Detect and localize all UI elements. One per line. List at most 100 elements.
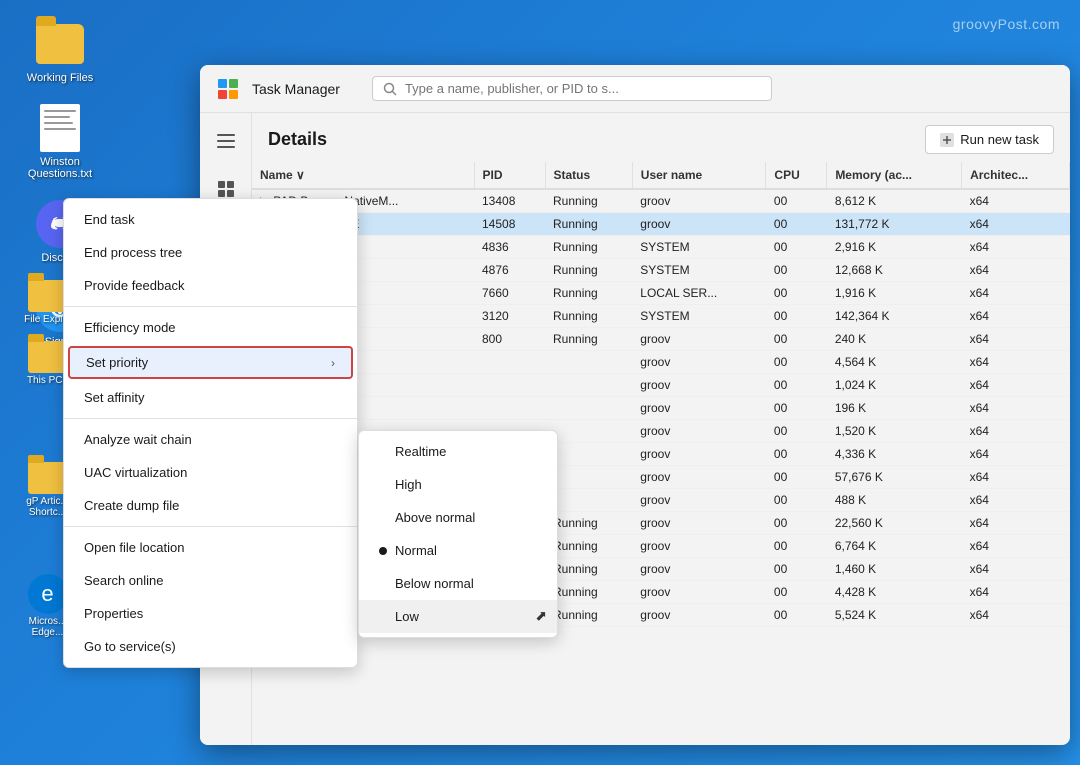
context-menu-item-efficiency-mode[interactable]: Efficiency mode (64, 311, 357, 344)
cell-pid: 4876 (474, 259, 545, 282)
context-menu-item-uac-virtualization[interactable]: UAC virtualization (64, 456, 357, 489)
col-name[interactable]: Name ∨ (252, 162, 474, 189)
context-menu-label-analyze-wait-chain: Analyze wait chain (84, 432, 192, 447)
cell-memory: 22,560 K (827, 512, 962, 535)
cell-status: Running (545, 328, 632, 351)
task-manager-search-box[interactable] (372, 76, 772, 101)
cell-status (545, 374, 632, 397)
sidebar-hamburger[interactable] (206, 121, 246, 161)
context-menu-item-properties[interactable]: Properties (64, 597, 357, 630)
cell-pid: 13408 (474, 189, 545, 213)
table-row[interactable]: Eng.exe 3120 Running SYSTEM 00 142,364 K… (252, 305, 1070, 328)
cell-user: groov (632, 581, 766, 604)
submenu-item-above-normal[interactable]: Above normal (359, 501, 557, 534)
task-manager-search-input[interactable] (405, 81, 761, 96)
cell-user: SYSTEM (632, 259, 766, 282)
page-title: Details (268, 129, 327, 150)
submenu-label-normal: Normal (395, 543, 437, 558)
col-cpu[interactable]: CPU (766, 162, 827, 189)
task-manager-app-icon (216, 77, 240, 101)
mouse-cursor-icon: ⬆ (531, 606, 551, 626)
cell-cpu: 00 (766, 374, 827, 397)
context-menu-item-open-file-location[interactable]: Open file location (64, 531, 357, 564)
run-new-task-button[interactable]: Run new task (925, 125, 1054, 154)
run-new-task-label: Run new task (960, 132, 1039, 147)
cell-status: Running (545, 213, 632, 236)
cell-memory: 131,772 K (827, 213, 962, 236)
cell-status: Running (545, 305, 632, 328)
context-menu-item-create-dump-file[interactable]: Create dump file (64, 489, 357, 522)
cell-status: Running (545, 581, 632, 604)
cell-arch: x64 (962, 236, 1070, 259)
this-pc-label: This PC \ (27, 375, 68, 386)
submenu-item-low[interactable]: Low⬆ (359, 600, 557, 633)
cell-status: Running (545, 535, 632, 558)
cell-cpu: 00 (766, 489, 827, 512)
context-menu-separator (64, 418, 357, 419)
cell-arch: x64 (962, 374, 1070, 397)
cell-arch: x64 (962, 466, 1070, 489)
table-row[interactable]: groov 00 4,564 K x64 (252, 351, 1070, 374)
context-menu-item-go-to-service[interactable]: Go to service(s) (64, 630, 357, 663)
table-row[interactable]: ▶PAD.BrowserNativeM... 13408 Running gro… (252, 189, 1070, 213)
col-username[interactable]: User name (632, 162, 766, 189)
cell-user: groov (632, 535, 766, 558)
checked-bullet-icon (379, 547, 387, 555)
context-menu-label-create-dump-file: Create dump file (84, 498, 179, 513)
cell-user: groov (632, 489, 766, 512)
context-menu-item-search-online[interactable]: Search online (64, 564, 357, 597)
table-row[interactable]: lickToRun.exe 4876 Running SYSTEM 00 12,… (252, 259, 1070, 282)
submenu-item-realtime[interactable]: Realtime (359, 435, 557, 468)
cell-cpu: 00 (766, 236, 827, 259)
table-row[interactable]: OOUTLOOK.EXE 14508 Running groov 00 131,… (252, 213, 1070, 236)
cell-cpu: 00 (766, 351, 827, 374)
col-status[interactable]: Status (545, 162, 632, 189)
cell-cpu: 00 (766, 604, 827, 627)
submenu-item-normal[interactable]: Normal (359, 534, 557, 567)
table-row[interactable]: .exe 7660 Running LOCAL SER... 00 1,916 … (252, 282, 1070, 305)
cell-user: groov (632, 443, 766, 466)
cell-status: Running (545, 282, 632, 305)
cell-pid: 7660 (474, 282, 545, 305)
context-menu-label-efficiency-mode: Efficiency mode (84, 320, 176, 335)
table-row[interactable]: groov 00 1,024 K x64 (252, 374, 1070, 397)
table-row[interactable]: groov 00 196 K x64 (252, 397, 1070, 420)
cell-status: Running (545, 259, 632, 282)
cell-memory: 1,520 K (827, 420, 962, 443)
context-menu-label-end-task: End task (84, 212, 135, 227)
cell-memory: 5,524 K (827, 604, 962, 627)
col-arch[interactable]: Architec... (962, 162, 1070, 189)
cell-pid: 14508 (474, 213, 545, 236)
submenu-item-high[interactable]: High (359, 468, 557, 501)
context-menu-item-end-task[interactable]: End task (64, 203, 357, 236)
context-menu-label-search-online: Search online (84, 573, 164, 588)
task-manager-header-row: Details Run new task (252, 113, 1070, 162)
context-menu-label-set-affinity: Set affinity (84, 390, 144, 405)
cell-memory: 1,024 K (827, 374, 962, 397)
submenu-item-below-normal[interactable]: Below normal (359, 567, 557, 600)
context-menu-item-provide-feedback[interactable]: Provide feedback (64, 269, 357, 302)
cell-user: groov (632, 374, 766, 397)
col-memory[interactable]: Memory (ac... (827, 162, 962, 189)
context-menu-item-set-priority[interactable]: Set priority› (68, 346, 353, 379)
cell-cpu: 00 (766, 213, 827, 236)
context-menu-label-open-file-location: Open file location (84, 540, 184, 555)
context-menu-item-analyze-wait-chain[interactable]: Analyze wait chain (64, 423, 357, 456)
working-files-icon[interactable]: Working Files (20, 20, 100, 84)
cell-memory: 1,460 K (827, 558, 962, 581)
priority-submenu: RealtimeHighAbove normal Normal Below norm… (358, 430, 558, 638)
context-menu-label-provide-feedback: Provide feedback (84, 278, 184, 293)
edge-label: Micros...Edge... (29, 616, 67, 638)
cell-cpu: 00 (766, 328, 827, 351)
table-row[interactable]: p.IGCC.WinSer... 4836 Running SYSTEM 00 … (252, 236, 1070, 259)
col-pid[interactable]: PID (474, 162, 545, 189)
context-menu-item-set-affinity[interactable]: Set affinity (64, 381, 357, 414)
cell-cpu: 00 (766, 420, 827, 443)
context-menu-item-end-process-tree[interactable]: End process tree (64, 236, 357, 269)
cell-status (545, 420, 632, 443)
cell-arch: x64 (962, 512, 1070, 535)
cell-status (545, 397, 632, 420)
winston-questions-icon[interactable]: WinstonQuestions.txt (20, 104, 100, 180)
table-row[interactable]: ewebview2.exe 800 Running groov 00 240 K… (252, 328, 1070, 351)
cell-status: Running (545, 604, 632, 627)
